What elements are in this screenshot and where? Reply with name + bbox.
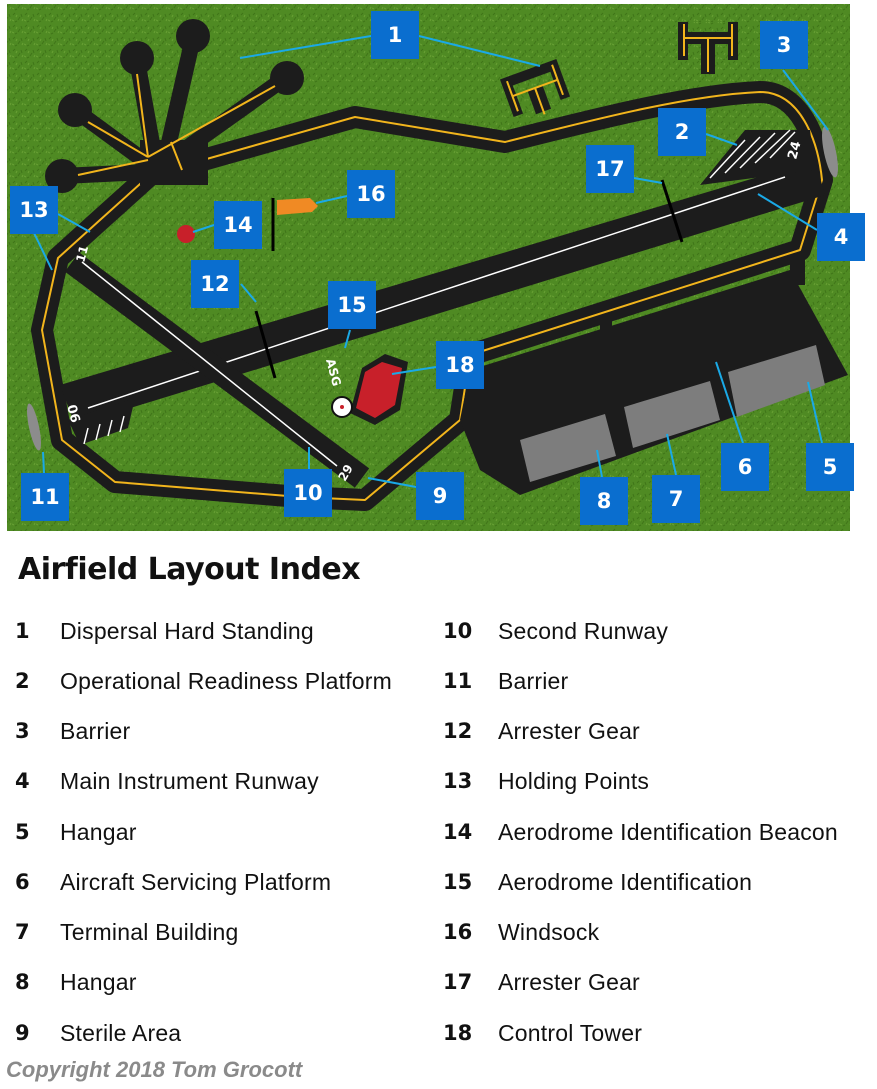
index-item: 1 Dispersal Hard Standing bbox=[15, 616, 314, 646]
callout-label-15: 15 bbox=[328, 281, 376, 329]
callout-label-1: 1 bbox=[371, 11, 419, 59]
index-description: Sterile Area bbox=[60, 1019, 182, 1046]
callout-label-17: 17 bbox=[586, 145, 634, 193]
index-description: Aircraft Servicing Platform bbox=[60, 868, 332, 895]
index-description: Operational Readiness Platform bbox=[60, 667, 392, 694]
index-item: 14 Aerodrome Identification Beacon bbox=[443, 817, 838, 847]
index-number: 17 bbox=[443, 970, 473, 994]
index-item: 11 Barrier bbox=[443, 666, 568, 696]
index-description: Terminal Building bbox=[60, 918, 239, 945]
callout-label-16: 16 bbox=[347, 170, 395, 218]
callout-label-2: 2 bbox=[658, 108, 706, 156]
index-item: 16 Windsock bbox=[443, 917, 599, 947]
index-number: 18 bbox=[443, 1021, 473, 1045]
index-item: 8 Hangar bbox=[15, 967, 137, 997]
index-item: 7 Terminal Building bbox=[15, 917, 239, 947]
index-description: Control Tower bbox=[498, 1019, 643, 1046]
callout-label-10: 10 bbox=[284, 469, 332, 517]
index-number: 9 bbox=[15, 1021, 30, 1045]
index-number: 13 bbox=[443, 769, 473, 793]
index-number: 16 bbox=[443, 920, 473, 944]
index-item: 6 Aircraft Servicing Platform bbox=[15, 867, 331, 897]
callout-label-14: 14 bbox=[214, 201, 262, 249]
index-description: Hangar bbox=[60, 968, 137, 995]
index-number: 15 bbox=[443, 870, 473, 894]
index-number: 4 bbox=[15, 769, 30, 793]
index-description: Holding Points bbox=[498, 767, 650, 794]
index-description: Main Instrument Runway bbox=[60, 767, 319, 794]
index-number: 3 bbox=[15, 719, 30, 743]
callout-label-13: 13 bbox=[10, 186, 58, 234]
index-description: Barrier bbox=[60, 717, 131, 744]
callout-label-18: 18 bbox=[436, 341, 484, 389]
index-number: 1 bbox=[15, 619, 30, 643]
index-item: 13 Holding Points bbox=[443, 766, 649, 796]
index-item: 10 Second Runway bbox=[443, 616, 668, 646]
index-description: Arrester Gear bbox=[498, 717, 640, 744]
index-description: Aerodrome Identification Beacon bbox=[498, 818, 838, 845]
callout-label-6: 6 bbox=[721, 443, 769, 491]
index-number: 10 bbox=[443, 619, 473, 643]
callout-label-5: 5 bbox=[806, 443, 854, 491]
index-item: 17 Arrester Gear bbox=[443, 967, 640, 997]
callout-label-8: 8 bbox=[580, 477, 628, 525]
index-description: Dispersal Hard Standing bbox=[60, 617, 314, 644]
index-description: Aerodrome Identification bbox=[498, 868, 753, 895]
index-item: 9 Sterile Area bbox=[15, 1018, 181, 1048]
callout-label-12: 12 bbox=[191, 260, 239, 308]
identification-beacon-icon bbox=[177, 225, 195, 243]
index-item: 3 Barrier bbox=[15, 716, 130, 746]
index-description: Barrier bbox=[498, 667, 569, 694]
index-item: 15 Aerodrome Identification bbox=[443, 867, 752, 897]
callout-label-11: 11 bbox=[21, 473, 69, 521]
index-title: Airfield Layout Index bbox=[18, 552, 361, 587]
index-item: 5 Hangar bbox=[15, 817, 137, 847]
index-description: Hangar bbox=[60, 818, 137, 845]
index-description: Second Runway bbox=[498, 617, 669, 644]
index-number: 7 bbox=[15, 920, 30, 944]
index-number: 5 bbox=[15, 820, 30, 844]
index-number: 14 bbox=[443, 820, 473, 844]
index-number: 6 bbox=[15, 870, 30, 894]
index-number: 11 bbox=[443, 669, 473, 693]
index-item: 2 Operational Readiness Platform bbox=[15, 666, 392, 696]
index-description: Arrester Gear bbox=[498, 968, 640, 995]
index-description: Windsock bbox=[498, 918, 600, 945]
index-number: 8 bbox=[15, 970, 30, 994]
index-item: 12 Arrester Gear bbox=[443, 716, 640, 746]
callout-label-3: 3 bbox=[760, 21, 808, 69]
index-number: 2 bbox=[15, 669, 30, 693]
index-number: 12 bbox=[443, 719, 473, 743]
callout-label-4: 4 bbox=[817, 213, 865, 261]
copyright-notice: Copyright 2018 Tom Grocott bbox=[6, 1057, 303, 1082]
index-item: 4 Main Instrument Runway bbox=[15, 766, 319, 796]
callout-label-7: 7 bbox=[652, 475, 700, 523]
index-item: 18 Control Tower bbox=[443, 1018, 642, 1048]
callout-label-9: 9 bbox=[416, 472, 464, 520]
